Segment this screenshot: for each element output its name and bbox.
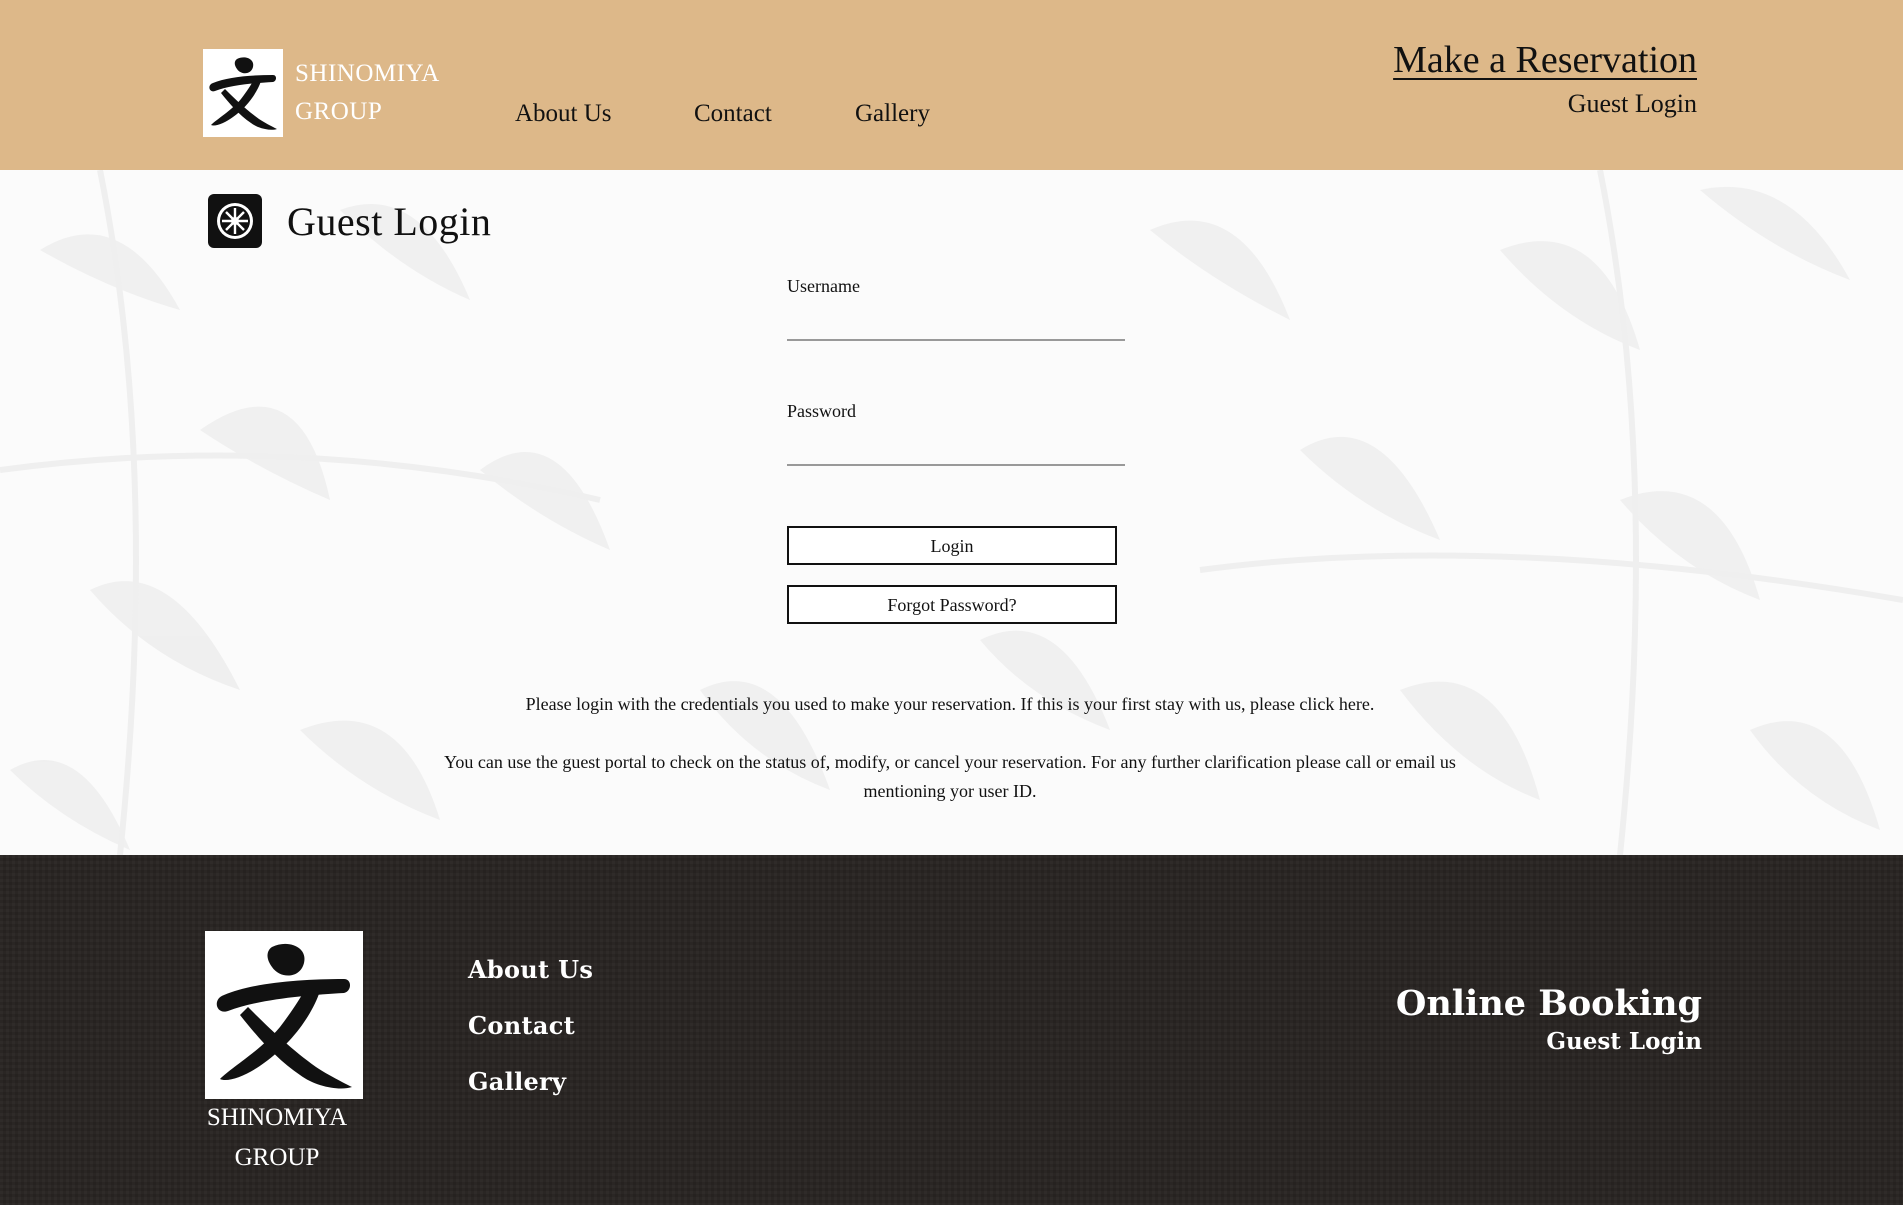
brand-line-2: GROUP [295,98,383,125]
brand-logo[interactable] [203,49,283,137]
make-reservation-link[interactable]: Make a Reservation [1393,38,1697,82]
footer-brand-line-1: SHINOMIYA [206,1104,348,1131]
guest-login-link[interactable]: Guest Login [1568,89,1697,119]
site-footer: SHINOMIYA GROUP About Us Contact Gallery… [0,855,1903,1205]
login-info-text: Please login with the credentials you us… [525,694,1375,714]
footer-brand-name: SHINOMIYA GROUP [203,1098,351,1178]
nav-gallery[interactable]: Gallery [855,100,930,128]
kanji-logo-icon [216,943,352,1089]
footer-nav-about-us[interactable]: About Us [468,955,593,984]
portal-info-text: You can use the guest portal to check on… [444,752,1456,801]
password-block: Password [787,401,1125,466]
footer-logo[interactable] [205,931,363,1099]
username-label: Username [787,276,860,296]
nav-about-us[interactable]: About Us [515,100,612,128]
footer-nav-gallery[interactable]: Gallery [468,1067,566,1096]
login-form: Username Password Login Forgot Password? [787,276,1125,624]
online-booking-link[interactable]: Online Booking [1396,983,1702,1024]
login-section: Guest Login Username Password Login Forg… [0,170,1903,855]
nav-contact[interactable]: Contact [694,100,772,128]
password-label: Password [787,401,857,421]
brand-name: SHINOMIYA GROUP [295,55,440,131]
footer-brand-line-2: GROUP [234,1144,320,1171]
page-title: Guest Login [287,198,492,244]
brand-line-1: SHINOMIYA [295,60,440,87]
login-button[interactable]: Login [787,526,1117,565]
password-input[interactable] [787,428,1125,466]
page-title-row: Guest Login [208,194,491,248]
site-header: SHINOMIYA GROUP About Us Contact Gallery… [0,0,1903,170]
footer-guest-login-link[interactable]: Guest Login [1546,1028,1702,1055]
footer-nav-contact[interactable]: Contact [468,1011,575,1040]
forgot-password-button[interactable]: Forgot Password? [787,585,1117,624]
username-input[interactable] [787,303,1125,341]
kanji-logo-icon [209,57,277,130]
crest-icon [208,194,262,248]
